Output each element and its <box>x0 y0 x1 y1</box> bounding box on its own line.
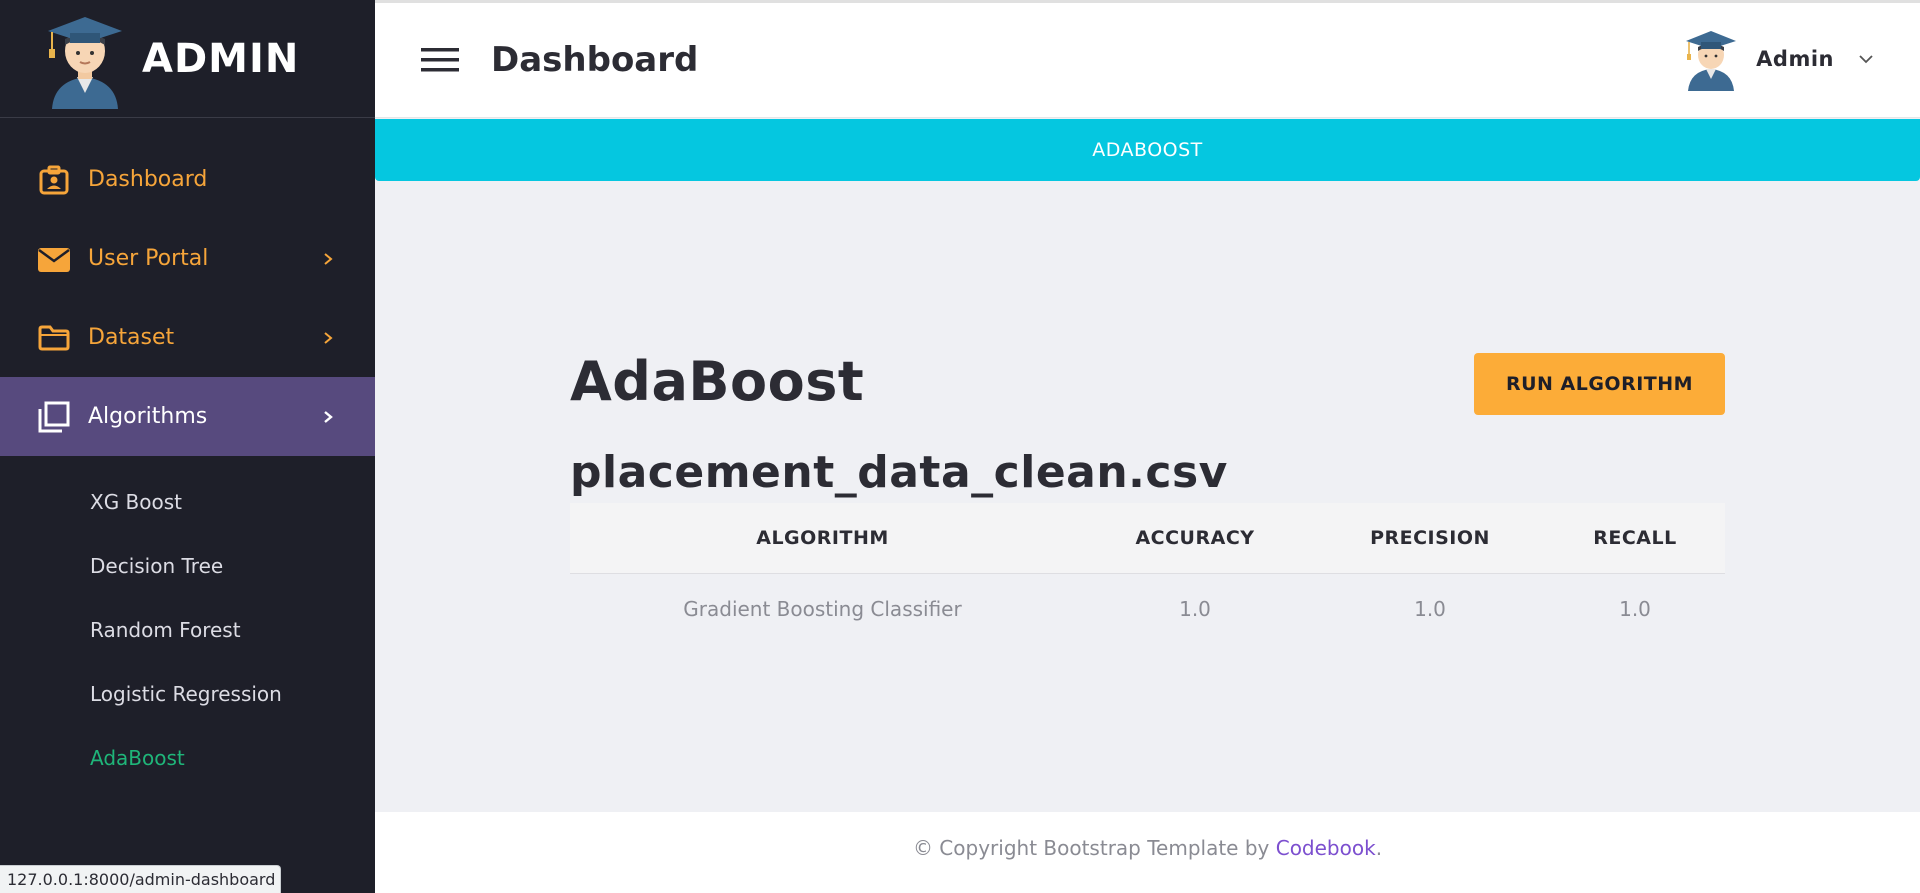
brand-title: ADMIN <box>142 35 300 82</box>
algorithm-title: AdaBoost <box>570 350 865 413</box>
copyright-label: © Copyright Bootstrap Template by <box>912 835 1276 860</box>
column-header-precision: PRECISION <box>1315 503 1545 574</box>
sidebar-item-label: User Portal <box>88 246 209 271</box>
results-table: ALGORITHM ACCURACY PRECISION RECALL Grad… <box>570 503 1725 645</box>
user-name: Admin <box>1756 47 1834 71</box>
table-row: Gradient Boosting Classifier 1.0 1.0 1.0 <box>570 573 1725 645</box>
column-header-recall: RECALL <box>1545 503 1725 574</box>
footer: © Copyright Bootstrap Template by Codebo… <box>375 812 1920 893</box>
chevron-right-icon <box>324 252 333 265</box>
chevron-right-icon <box>324 410 333 423</box>
chevron-right-icon <box>324 331 333 344</box>
brand[interactable]: ADMIN <box>0 0 375 118</box>
column-header-algorithm: ALGORITHM <box>570 503 1075 574</box>
sidebar-item-dashboard[interactable]: Dashboard <box>0 140 375 219</box>
submenu-item-xg-boost[interactable]: XG Boost <box>0 470 375 534</box>
cell-precision: 1.0 <box>1414 597 1446 622</box>
envelope-icon <box>38 243 70 275</box>
user-menu[interactable]: Admin <box>1684 27 1874 91</box>
hamburger-menu-icon[interactable] <box>421 46 459 74</box>
copyright-text: © Copyright Bootstrap Template by Codebo… <box>913 836 1382 860</box>
sidebar: ADMIN Dashboard User Portal Dataset Algo… <box>0 0 375 893</box>
submenu-item-adaboost[interactable]: AdaBoost <box>0 726 375 790</box>
graduate-avatar-icon <box>48 16 122 109</box>
sidebar-item-label: Dataset <box>88 325 175 350</box>
codebook-link[interactable]: Codebook <box>1276 836 1376 860</box>
copyright-suffix: . <box>1375 835 1383 860</box>
cell-recall: 1.0 <box>1619 597 1651 622</box>
sidebar-item-dataset[interactable]: Dataset <box>0 298 375 377</box>
column-header-accuracy: ACCURACY <box>1075 503 1315 574</box>
submenu-item-decision-tree[interactable]: Decision Tree <box>0 534 375 598</box>
cell-algorithm: Gradient Boosting Classifier <box>683 597 962 622</box>
page-title: Dashboard <box>491 40 699 80</box>
status-bar-url: 127.0.0.1:8000/admin-dashboard <box>0 865 281 893</box>
folder-icon <box>38 322 70 354</box>
algorithm-banner: ADABOOST <box>375 119 1920 181</box>
dataset-name: placement_data_clean.csv <box>570 447 1228 498</box>
cell-accuracy: 1.0 <box>1179 597 1211 622</box>
chevron-down-icon <box>1859 55 1873 64</box>
table-header-row: ALGORITHM ACCURACY PRECISION RECALL <box>570 503 1725 574</box>
topbar: Dashboard Admin <box>375 0 1920 118</box>
sidebar-item-algorithms[interactable]: Algorithms <box>0 377 375 456</box>
submenu-item-random-forest[interactable]: Random Forest <box>0 598 375 662</box>
run-algorithm-button[interactable]: RUN ALGORITHM <box>1474 353 1725 415</box>
layers-icon <box>38 401 70 433</box>
avatar <box>1686 31 1737 91</box>
sidebar-nav: Dashboard User Portal Dataset Algorithms… <box>0 140 375 790</box>
sidebar-item-label: Dashboard <box>88 167 208 192</box>
sidebar-item-label: Algorithms <box>88 404 208 429</box>
id-badge-icon <box>38 164 70 196</box>
sidebar-item-user-portal[interactable]: User Portal <box>0 219 375 298</box>
algorithms-submenu: XG Boost Decision Tree Random Forest Log… <box>0 456 375 790</box>
submenu-item-logistic-regression[interactable]: Logistic Regression <box>0 662 375 726</box>
